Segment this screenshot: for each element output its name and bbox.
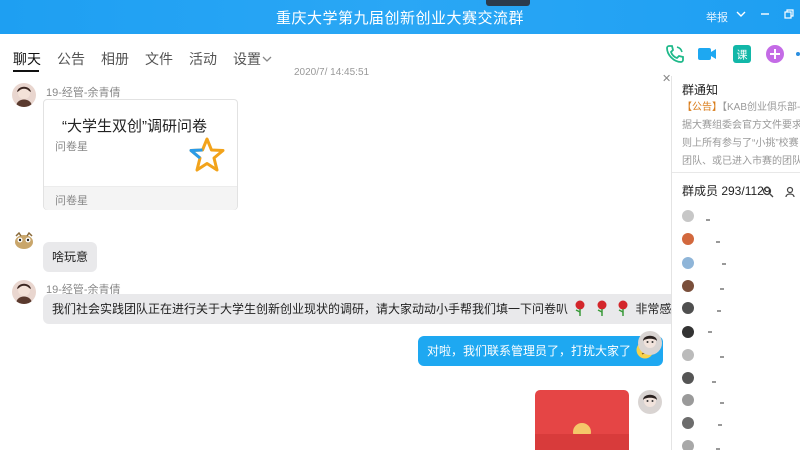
notice-line: 【公告】【KAB创业俱乐部-通知 [682,102,800,113]
group-notice-title[interactable]: 群通知 [682,81,718,98]
message-bubble[interactable]: 啥玩意 [43,242,98,272]
close-icon[interactable]: ✕ [662,72,671,85]
rose-icon [597,300,607,316]
card-subtitle: 问卷星 [55,141,88,153]
notice-line: 据大赛组委会官方文件要求， [682,120,800,131]
tab-announcement[interactable]: 公告 [57,49,85,69]
notice-tag: 【公告】 [682,102,722,113]
active-tab-indicator [13,70,39,72]
message-timestamp: 2020/7/ 14:45:51 [294,67,370,78]
member-item[interactable] [682,326,792,340]
message-text: 对啦，我们联系管理员了，打扰大家了 [427,344,632,358]
member-search-icon[interactable] [762,185,774,198]
restore-icon[interactable] [782,8,796,22]
notice-line: 则上所有参与了“小挑”校赛 [682,138,799,149]
svg-text:课: 课 [737,49,748,62]
chevron-down-icon[interactable] [734,8,748,22]
window-title: 重庆大学第九届创新创业大赛交流群 [275,10,524,27]
member-add-icon[interactable] [785,185,797,198]
member-item[interactable] [682,372,792,386]
avatar [682,372,694,384]
add-app-icon[interactable] [764,43,786,65]
card-footer: 问卷星 [44,186,237,210]
self-avatar[interactable] [638,390,662,414]
member-item[interactable] [682,280,792,294]
survey-card[interactable]: “大学生双创”调研问卷 问卷星 问卷星 [43,99,238,210]
red-packet-flap [535,434,629,450]
tab-activities[interactable]: 活动 [189,49,217,69]
group-info-panel: 群通知 【公告】【KAB创业俱乐部-通知 据大赛组委会官方文件要求， 则上所有参… [672,76,800,450]
member-item[interactable] [682,233,792,247]
avatar [682,280,694,292]
member-item[interactable] [682,417,792,431]
card-title: “大学生双创”调研问卷 [62,118,207,135]
self-avatar[interactable] [638,331,662,355]
message-bubble[interactable]: 对啦，我们联系管理员了，打扰大家了 [418,336,664,366]
rose-icon [575,300,585,316]
avatar [682,349,694,361]
course-icon[interactable]: 课 [731,43,753,65]
tab-files[interactable]: 文件 [145,49,173,69]
minimize-icon[interactable] [758,8,772,22]
panel-separator [672,172,800,173]
avatar [682,257,694,269]
more-icon[interactable] [790,43,800,65]
avatar [682,417,694,429]
settings-chevron-icon[interactable] [262,51,272,69]
member-item[interactable] [682,257,792,271]
video-icon[interactable] [696,43,718,65]
avatar [682,326,694,338]
sender-name: 19-经管-余青倩 [46,87,121,99]
message-bubble[interactable]: 我们社会实践团队正在进行关于大学生创新创业现状的调研，请大家动动小手帮我们填一下… [43,294,705,324]
rose-icon [618,300,628,316]
member-count[interactable]: 群成员 293/1129 [682,182,771,199]
notice-line: 团队、或已进入市赛的团队， [682,156,800,167]
card-footer-label: 问卷星 [55,195,88,207]
window-notch [486,0,530,6]
star-icon [189,137,225,173]
member-item[interactable] [682,349,792,363]
avatar [682,302,694,314]
tab-album[interactable]: 相册 [101,49,129,69]
member-item[interactable] [682,440,792,450]
member-item[interactable] [682,302,792,316]
member-item[interactable] [682,210,792,224]
red-packet[interactable] [535,390,629,450]
avatar [682,233,694,245]
report-button[interactable]: 举报 [706,9,728,25]
member-item[interactable] [682,394,792,408]
tab-chat[interactable]: 聊天 [13,49,41,69]
group-notice[interactable]: 【公告】【KAB创业俱乐部-通知 据大赛组委会官方文件要求， 则上所有参与了“小… [682,99,800,171]
avatar[interactable] [12,83,36,107]
avatar [682,210,694,222]
title-bar: 重庆大学第九届创新创业大赛交流群 举报 [0,0,800,34]
phone-icon[interactable] [664,43,686,65]
avatar[interactable] [12,280,36,304]
message-text: 我们社会实践团队正在进行关于大学生创新创业现状的调研，请大家动动小手帮我们填一下… [52,302,569,316]
tab-settings[interactable]: 设置 [233,49,261,69]
avatar [682,394,694,406]
avatar[interactable] [12,228,36,252]
avatar [682,440,694,450]
